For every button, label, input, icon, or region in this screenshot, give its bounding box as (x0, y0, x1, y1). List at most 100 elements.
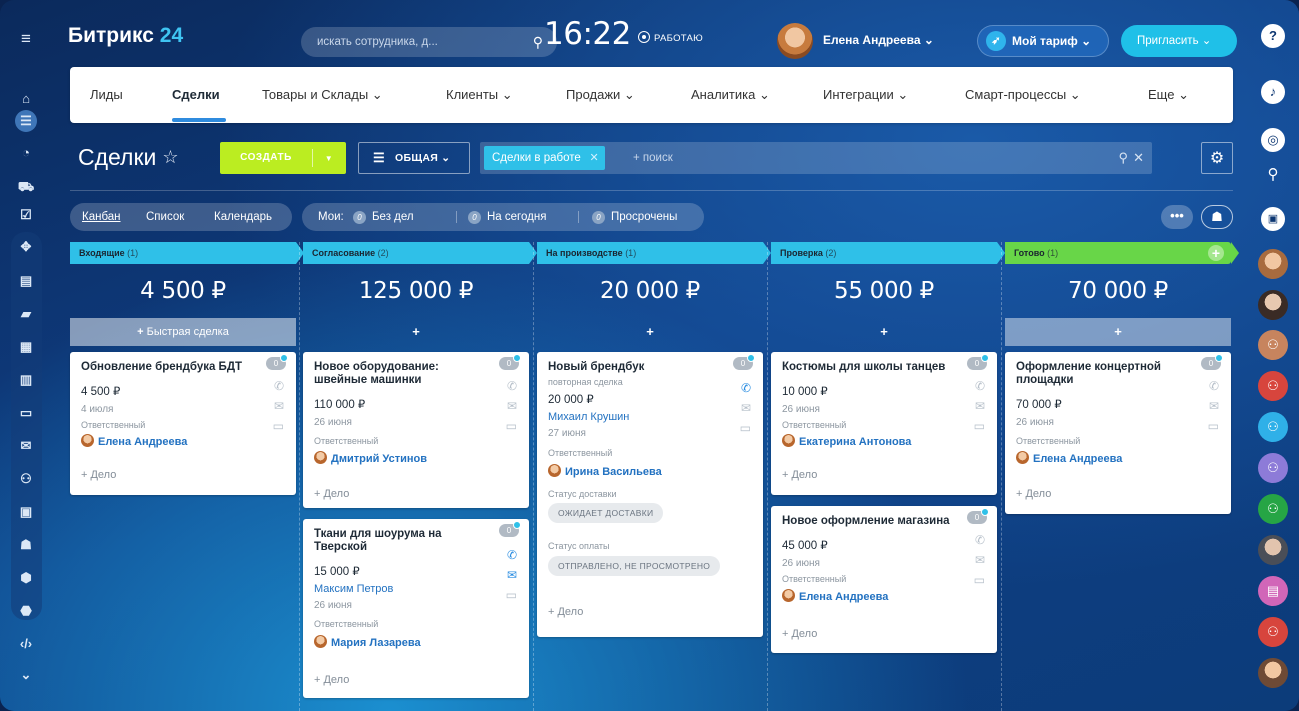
stage-header[interactable]: Готово (1) (1005, 242, 1239, 264)
phone-icon[interactable]: ✆ (507, 380, 517, 392)
add-stage-icon[interactable]: + (1208, 245, 1224, 261)
deal-title[interactable]: Новый брендбук (548, 361, 722, 374)
create-button[interactable]: СОЗДАТЬ ▼ (220, 142, 346, 174)
bell-icon[interactable]: ♪ (1261, 80, 1285, 104)
responsible-person[interactable]: Дмитрий Устинов (314, 451, 427, 465)
group-chat-icon[interactable]: ⚇ (1258, 412, 1288, 442)
phone-icon[interactable]: ✆ (1209, 380, 1219, 392)
filter-preset-button[interactable]: ☰ ОБЩАЯ ⌄ (358, 142, 470, 174)
responsible-person[interactable]: Елена Андреева (1016, 451, 1122, 465)
phone-icon[interactable]: ✆ (507, 549, 517, 561)
global-search[interactable]: искать сотрудника, д... ⚲ (301, 27, 557, 57)
package-icon[interactable]: ⬣ (15, 600, 37, 622)
deal-card[interactable]: Новое оборудование: швейные машинки 0 11… (303, 352, 529, 508)
id-card-icon[interactable]: ▣ (15, 501, 37, 523)
add-deal-button[interactable]: + (303, 318, 529, 346)
deal-card[interactable]: Новое оформление магазина 0 45 000 ₽ 26 … (771, 506, 997, 653)
search-icon[interactable]: ⚲ (533, 27, 543, 57)
caret-down-icon[interactable]: ▼ (312, 142, 346, 174)
chat-bot-icon[interactable]: ▤ (1258, 576, 1288, 606)
chat-icon[interactable]: ▭ (273, 420, 284, 432)
mail-icon[interactable]: ✉ (15, 435, 37, 457)
stage-header[interactable]: Согласование (2) (303, 242, 537, 264)
group-chat-icon[interactable]: ⚇ (1258, 494, 1288, 524)
work-status[interactable]: РАБОТАЮ (638, 31, 703, 44)
responsible-person[interactable]: Мария Лазарева (314, 635, 421, 649)
funnel-icon[interactable]: ☰ (15, 110, 37, 132)
deal-contact[interactable]: Максим Петров (314, 583, 393, 595)
chat-icon[interactable]: ▭ (740, 422, 751, 434)
deal-title[interactable]: Оформление концертной площадки (1016, 361, 1190, 387)
add-activity[interactable]: + Дело (1016, 488, 1051, 500)
add-activity[interactable]: + Дело (782, 628, 817, 640)
add-activity[interactable]: + Дело (81, 469, 116, 481)
star-icon[interactable]: ☆ (162, 147, 178, 168)
nav-smart-processes[interactable]: Смарт-процессы ⌄ (965, 67, 1081, 123)
responsible-person[interactable]: Ирина Васильева (548, 464, 662, 478)
document-icon[interactable]: ▤ (15, 270, 37, 292)
contact-avatar[interactable] (1258, 290, 1288, 320)
nav-sales[interactable]: Продажи ⌄ (566, 67, 635, 123)
activity-badge[interactable]: 0 (967, 508, 989, 524)
add-activity[interactable]: + Дело (782, 469, 817, 481)
messenger-icon[interactable]: ▣ (1261, 207, 1285, 231)
responsible-person[interactable]: Елена Андреева (782, 589, 888, 603)
user-menu[interactable]: Елена Андреева ⌄ (823, 33, 934, 47)
nav-integrations[interactable]: Интеграции ⌄ (823, 67, 908, 123)
group-chat-icon[interactable]: ⚇ (1258, 453, 1288, 483)
counter-overdue[interactable]: Просрочены (611, 203, 677, 231)
expand-icon[interactable]: ⌄ (15, 664, 37, 686)
file-icon[interactable]: ▥ (15, 369, 37, 391)
nav-products[interactable]: Товары и Склады ⌄ (262, 67, 383, 123)
chat-icon[interactable]: ▭ (1208, 420, 1219, 432)
contact-avatar[interactable] (1258, 658, 1288, 688)
tariff-button[interactable]: ➶ Мой тариф ⌄ (977, 25, 1109, 57)
stage-header[interactable]: На производстве (1) (537, 242, 771, 264)
deal-title[interactable]: Новое оформление магазина (782, 515, 956, 528)
search-icon[interactable]: ⚲ (1258, 160, 1288, 190)
deal-title[interactable]: Костюмы для школы танцев (782, 361, 956, 374)
deal-title[interactable]: Обновление брендбука БДТ (81, 361, 255, 374)
deal-title[interactable]: Новое оборудование: швейные машинки (314, 361, 488, 387)
add-deal-button[interactable]: + (537, 318, 763, 346)
mail-icon[interactable]: ✉ (975, 554, 985, 566)
contact-avatar[interactable] (1258, 535, 1288, 565)
robots-button[interactable]: ☗ (1201, 205, 1233, 229)
nav-clients[interactable]: Клиенты ⌄ (446, 67, 513, 123)
group-chat-icon[interactable]: ⚇ (1258, 371, 1288, 401)
puzzle-icon[interactable]: ✥ (15, 236, 37, 258)
counter-no-tasks[interactable]: Без дел (372, 203, 414, 231)
nav-deals[interactable]: Сделки (172, 67, 220, 123)
activity-badge[interactable]: 0 (499, 354, 521, 370)
calendar-icon[interactable]: ▦ (15, 336, 37, 358)
user-avatar[interactable] (777, 23, 813, 59)
clear-icon[interactable]: ✕ (1133, 142, 1144, 174)
deal-title[interactable]: Ткани для шоурума на Тверской (314, 528, 488, 554)
chat-icon[interactable]: ▭ (974, 420, 985, 432)
logo[interactable]: Битрикс 24 (68, 24, 183, 48)
clock[interactable]: 16:22 (544, 16, 631, 52)
nav-more[interactable]: Еще ⌄ (1148, 67, 1189, 123)
counter-today[interactable]: На сегодня (487, 203, 546, 231)
filter-chip[interactable]: Сделки в работе ✕ (484, 146, 605, 170)
phone-icon[interactable]: ✆ (975, 534, 985, 546)
quick-deal-button[interactable]: + Быстрая сделка (70, 318, 296, 346)
robot-icon[interactable]: ☗ (15, 534, 37, 556)
contact-avatar[interactable] (1258, 249, 1288, 279)
mail-icon[interactable]: ✉ (507, 400, 517, 412)
phone-icon[interactable]: ✆ (741, 382, 751, 394)
add-activity[interactable]: + Дело (314, 674, 349, 686)
stage-header[interactable]: Проверка (2) (771, 242, 1005, 264)
cart-icon[interactable]: ⛟ (15, 176, 37, 198)
mail-icon[interactable]: ✉ (507, 569, 517, 581)
chat-icon[interactable]: ▭ (506, 589, 517, 601)
responsible-person[interactable]: Екатерина Антонова (782, 434, 911, 448)
view-list[interactable]: Список (146, 203, 184, 231)
activity-badge[interactable]: 0 (733, 354, 755, 370)
deal-card[interactable]: Ткани для шоурума на Тверской 0 15 000 ₽… (303, 519, 529, 698)
group-icon[interactable]: ⚇ (15, 468, 37, 490)
add-activity[interactable]: + Дело (314, 488, 349, 500)
view-calendar[interactable]: Календарь (214, 203, 272, 231)
box-icon[interactable]: ⬢ (15, 567, 37, 589)
chat-icon[interactable]: ▭ (974, 574, 985, 586)
